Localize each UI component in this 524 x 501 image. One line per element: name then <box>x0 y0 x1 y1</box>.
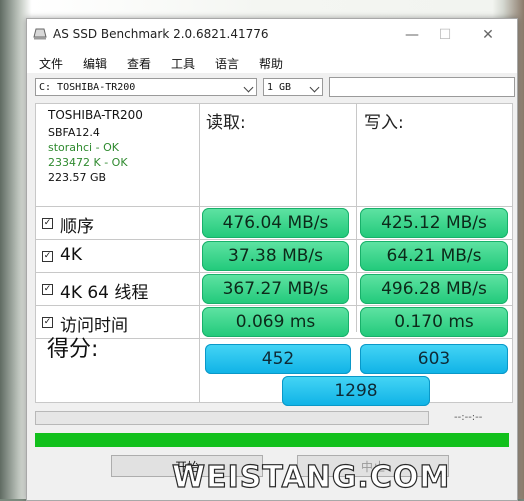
menu-file[interactable]: 文件 <box>39 55 63 72</box>
row-label: 4K <box>60 245 82 265</box>
title-bar: AS SSD Benchmark 2.0.6821.41776 — ☐ ✕ <box>27 19 517 51</box>
elapsed-timer: --:--:-- <box>454 412 483 423</box>
close-button[interactable]: ✕ <box>473 23 503 47</box>
menu-edit[interactable]: 编辑 <box>83 55 107 72</box>
row-label: 顺序 <box>60 217 94 237</box>
menu-help[interactable]: 帮助 <box>259 55 283 72</box>
4k-64-read-value: 367.27 MB/s <box>202 274 349 304</box>
sequential-write-value: 425.12 MB/s <box>360 208 508 238</box>
access-time-read-value: 0.069 ms <box>202 307 349 337</box>
results-panel: TOSHIBA-TR200 SBFA12.4 storahci - OK 233… <box>35 103 513 406</box>
menu-tools[interactable]: 工具 <box>171 55 195 72</box>
read-column-header: 读取: <box>206 113 246 133</box>
drive-select[interactable]: C: TOSHIBA-TR200 <box>35 78 257 96</box>
sequential-checkbox[interactable]: ✓ <box>42 218 53 229</box>
app-window: AS SSD Benchmark 2.0.6821.41776 — ☐ ✕ 文件… <box>26 18 518 501</box>
drive-firmware: SBFA12.4 <box>48 126 100 139</box>
watermark-text: WEISTANG.COM <box>171 459 451 495</box>
write-score: 603 <box>360 344 508 374</box>
test-size-value: 1 GB <box>267 82 292 93</box>
row-divider <box>36 338 512 339</box>
4k-write-value: 64.21 MB/s <box>360 241 508 271</box>
4k-read-value: 37.38 MB/s <box>202 241 349 271</box>
drive-capacity: 223.57 GB <box>48 171 107 184</box>
window-title: AS SSD Benchmark 2.0.6821.41776 <box>53 27 269 41</box>
minimize-button[interactable]: — <box>397 23 427 47</box>
progress-track <box>35 411 429 425</box>
test-size-select[interactable]: 1 GB <box>263 78 323 96</box>
access-time-checkbox[interactable]: ✓ <box>42 317 53 328</box>
sequential-read-value: 476.04 MB/s <box>202 208 349 238</box>
menu-view[interactable]: 查看 <box>127 55 151 72</box>
write-column-header: 写入: <box>364 113 404 133</box>
read-score: 452 <box>205 344 351 374</box>
total-score: 1298 <box>282 376 430 406</box>
access-time-write-value: 0.170 ms <box>360 307 508 337</box>
chevron-down-icon <box>243 82 254 93</box>
maximize-button[interactable]: ☐ <box>430 23 460 47</box>
results-name-input[interactable] <box>329 77 515 97</box>
alignment-status: 233472 K - OK <box>48 156 128 169</box>
app-drive-icon <box>33 28 47 40</box>
menu-language[interactable]: 语言 <box>215 55 239 72</box>
driver-status: storahci - OK <box>48 141 119 154</box>
score-label: 得分: <box>47 337 99 362</box>
progress-bar-complete <box>35 433 509 447</box>
chevron-down-icon <box>309 82 320 93</box>
row-label: 4K 64 线程 <box>60 283 149 303</box>
4k-64-write-value: 496.28 MB/s <box>360 274 508 304</box>
4k-checkbox[interactable]: ✓ <box>42 251 53 262</box>
menu-bar: 文件 编辑 查看 工具 语言 帮助 <box>27 51 517 73</box>
drive-select-value: C: TOSHIBA-TR200 <box>39 82 136 93</box>
drive-model: TOSHIBA-TR200 <box>48 108 143 122</box>
4k-64-checkbox[interactable]: ✓ <box>42 284 53 295</box>
